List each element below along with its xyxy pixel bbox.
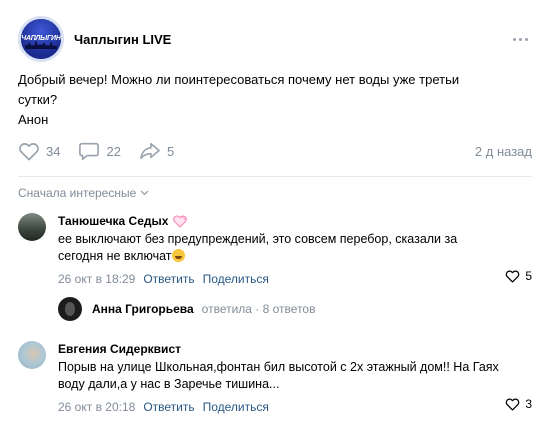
comments-sort-dropdown[interactable]: Сначала интересные xyxy=(18,186,149,200)
avatar[interactable] xyxy=(58,297,82,321)
comment-date[interactable]: 26 окт в 20:18 xyxy=(58,400,135,414)
comment-meta: 26 окт в 20:18 Ответить Поделиться xyxy=(58,399,532,415)
reply-thread[interactable]: Анна Григорьева ответила · 8 ответов xyxy=(58,296,315,322)
comment-count: 22 xyxy=(106,143,121,159)
post-actions: 34 22 5 2 д назад xyxy=(18,138,532,164)
reply-button[interactable]: Ответить xyxy=(143,272,194,286)
comment-text-line: ее выключают без предупреждений, это сов… xyxy=(58,232,458,246)
heart-outline-icon xyxy=(506,270,520,283)
comment-like-count: 3 xyxy=(525,397,532,411)
like-count: 34 xyxy=(46,143,61,159)
post-text-line: сутки? xyxy=(18,92,58,107)
community-avatar[interactable]: ЧАПЛЫГИН xyxy=(18,16,64,62)
reply-button[interactable]: Ответить xyxy=(143,400,194,414)
comment-body: Евгения Сидерквист Порыв на улице Школьн… xyxy=(58,341,532,415)
speech-bubble-icon xyxy=(79,142,100,160)
comment-author[interactable]: Евгения Сидерквист xyxy=(58,341,532,357)
reply-author[interactable]: Анна Григорьева xyxy=(92,302,194,316)
comment-text-line: Порыв на улице Школьная,фонтан бил высот… xyxy=(58,360,499,374)
more-dots-icon[interactable] xyxy=(509,34,532,45)
comment-author-name: Евгения Сидерквист xyxy=(58,342,181,356)
smiling-face-emoji-icon xyxy=(171,249,185,262)
comment-date[interactable]: 26 окт в 18:29 xyxy=(58,272,135,286)
comment-meta: 26 окт в 18:29 Ответить Поделиться xyxy=(58,271,532,287)
comment-like-button[interactable]: 5 xyxy=(505,269,532,283)
comment-text: ее выключают без предупреждений, это сов… xyxy=(58,231,532,265)
comment-text: Порыв на улице Школьная,фонтан бил высот… xyxy=(58,359,532,393)
comment-body: Танюшечка Седых ее выключают без предупр… xyxy=(58,213,532,287)
comment-button[interactable]: 22 xyxy=(78,141,121,161)
avatar[interactable] xyxy=(18,213,46,241)
divider xyxy=(18,176,532,177)
share-comment-button[interactable]: Поделиться xyxy=(203,400,269,414)
comments-sort-label: Сначала интересные xyxy=(18,186,137,200)
share-comment-button[interactable]: Поделиться xyxy=(203,272,269,286)
community-name[interactable]: Чаплыгин LIVE xyxy=(74,32,171,47)
post-text: Добрый вечер! Можно ли поинтересоваться … xyxy=(18,70,532,130)
post-time[interactable]: 2 д назад xyxy=(475,144,532,159)
pink-heart-emoji-icon xyxy=(173,215,188,228)
reply-info[interactable]: ответила · 8 ответов xyxy=(202,302,316,316)
comment-author[interactable]: Танюшечка Седых xyxy=(58,213,532,229)
comment-like-count: 5 xyxy=(525,269,532,283)
comment-text-line: воду дали,а у нас в Заречье тишина... xyxy=(58,377,280,391)
heart-outline-icon xyxy=(19,143,39,161)
comment-text-line: сегодня не включат xyxy=(58,248,532,265)
comment: Евгения Сидерквист Порыв на улице Школьн… xyxy=(18,341,532,421)
share-count: 5 xyxy=(166,143,175,159)
avatar[interactable] xyxy=(18,341,46,369)
post-text-line: Добрый вечер! Можно ли поинтересоваться … xyxy=(18,72,460,87)
share-button[interactable]: 5 xyxy=(139,141,174,161)
comment-author-name: Танюшечка Седых xyxy=(58,214,169,228)
share-arrow-icon xyxy=(140,142,160,160)
comment-text-segment: сегодня не включат xyxy=(58,249,172,263)
post-header: ЧАПЛЫГИН Чаплыгин LIVE xyxy=(18,16,532,62)
avatar-logo-text: ЧАПЛЫГИН xyxy=(21,35,61,42)
chevron-down-icon xyxy=(140,190,149,196)
comment: Танюшечка Седых ее выключают без предупр… xyxy=(18,213,532,293)
like-button[interactable]: 34 xyxy=(18,141,60,161)
post-text-line: Анон xyxy=(18,112,49,127)
comment-like-button[interactable]: 3 xyxy=(505,397,532,411)
heart-outline-icon xyxy=(506,398,520,411)
